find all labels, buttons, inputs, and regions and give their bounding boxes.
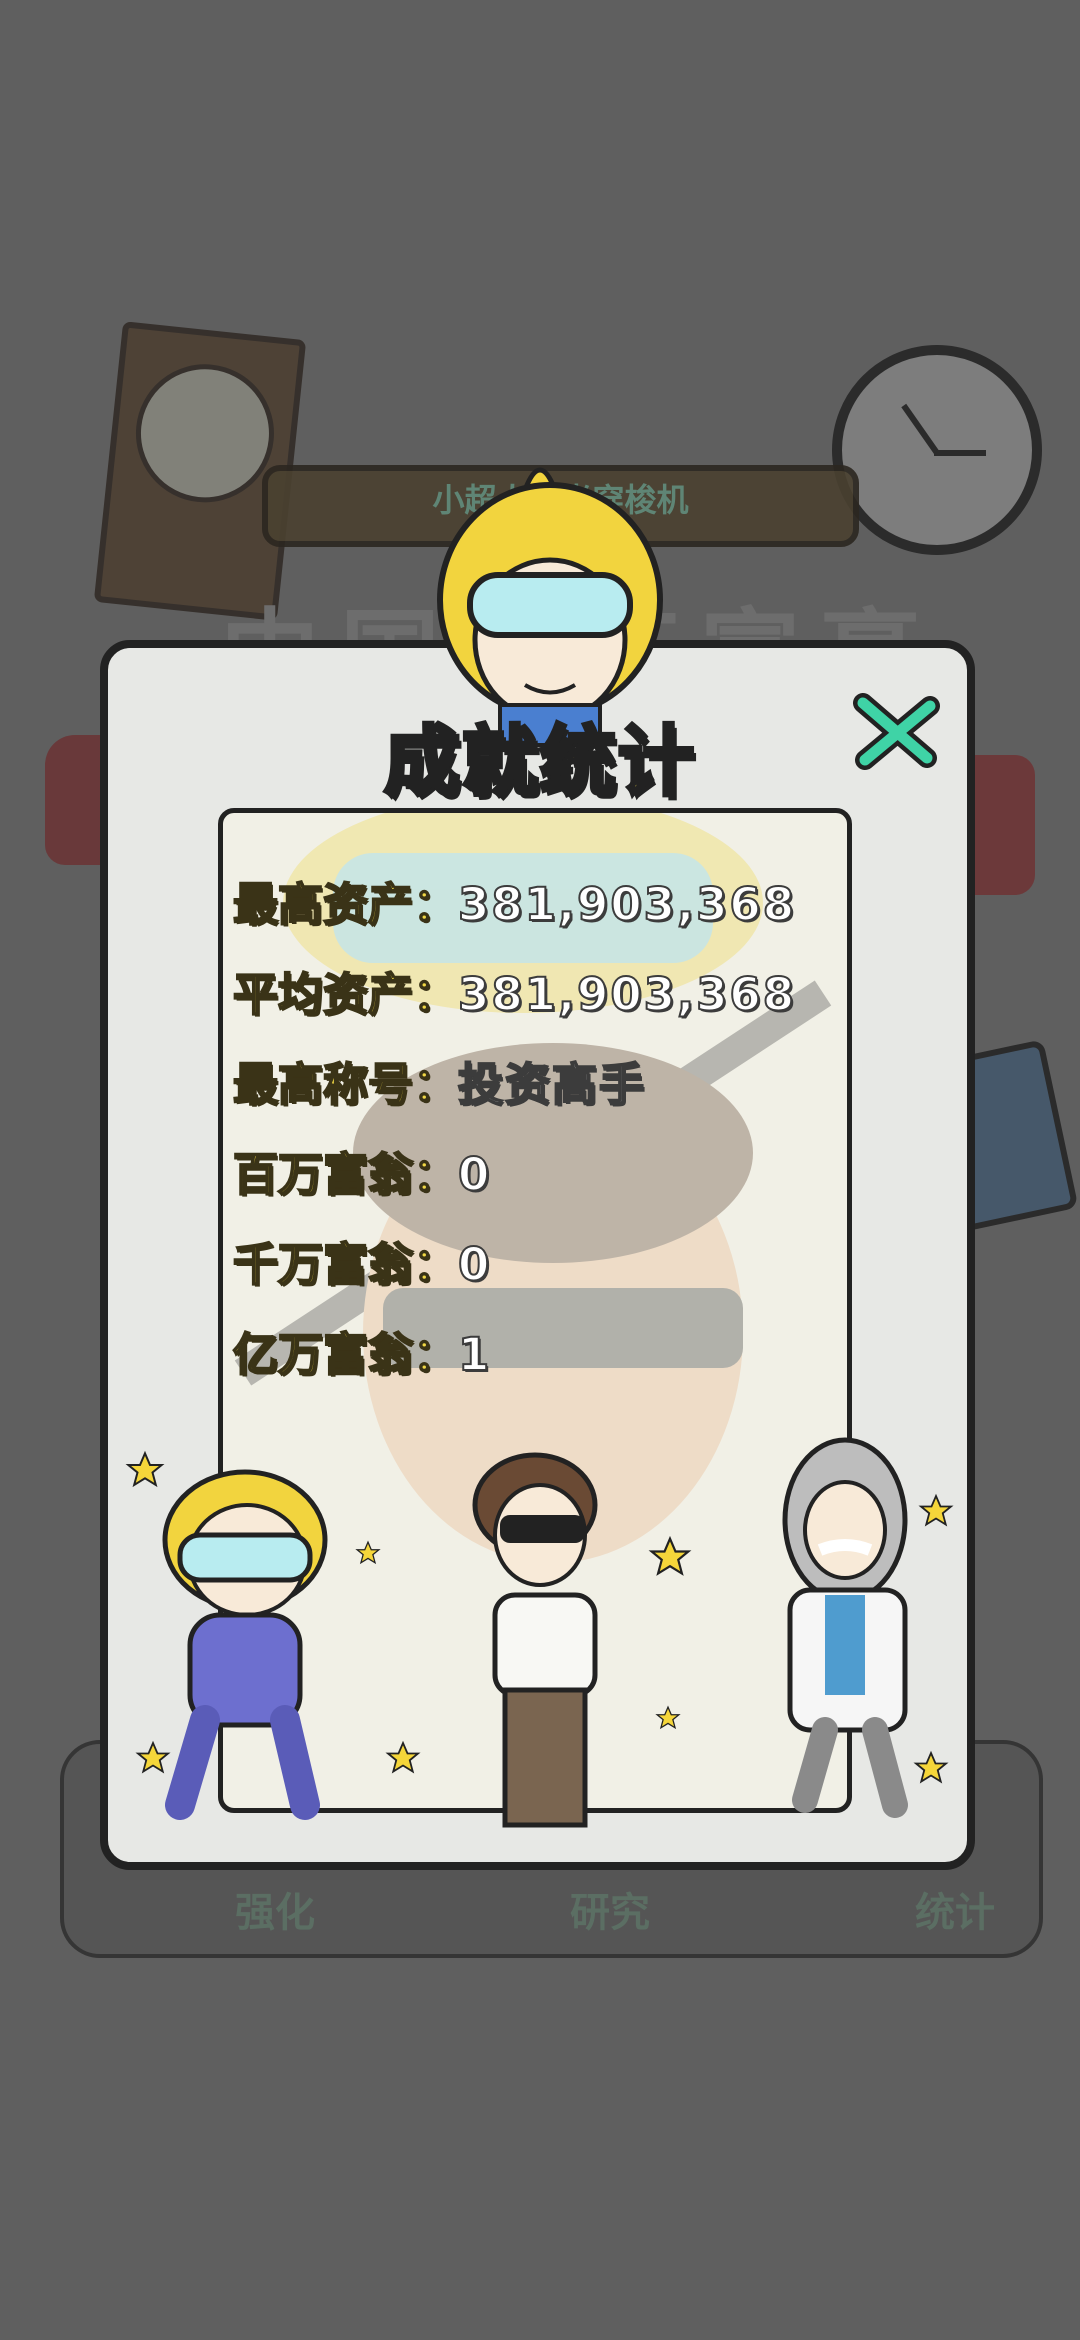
wall-clock-icon	[832, 345, 1042, 555]
stat-label: 千万富翁：	[232, 1237, 459, 1292]
star-icon	[385, 1740, 421, 1774]
stat-row-millionaire: 百万富翁：0	[232, 1138, 492, 1203]
businessman-character-icon	[472, 1452, 598, 1828]
nav-stats: 统计	[915, 1890, 995, 1936]
star-icon	[918, 1493, 954, 1527]
star-icon	[655, 1705, 681, 1730]
mascot-character-icon	[162, 1469, 328, 1820]
stat-label: 亿万富翁：	[232, 1327, 459, 1382]
stat-value: 381,903,368	[457, 967, 797, 1022]
stat-label: 最高称号：	[232, 1057, 459, 1112]
stat-row-highest-title: 最高称号：投资高手	[232, 1048, 647, 1113]
close-x-icon[interactable]	[845, 688, 945, 778]
stat-label: 最高资产：	[232, 877, 459, 932]
stat-value: 1	[457, 1327, 492, 1382]
star-icon	[355, 1540, 381, 1565]
stat-value: 0	[457, 1237, 492, 1292]
stat-value: 0	[457, 1147, 492, 1202]
star-icon	[135, 1740, 171, 1774]
stat-value: 381,903,368	[457, 877, 797, 932]
stat-row-billionaire: 亿万富翁：1	[232, 1318, 492, 1383]
nav-upgrade: 强化	[235, 1890, 315, 1936]
stat-row-average-assets: 平均资产：381,903,368	[232, 958, 797, 1023]
nav-research: 研究	[570, 1890, 650, 1936]
stat-label: 百万富翁：	[232, 1147, 459, 1202]
star-icon	[648, 1535, 692, 1576]
stat-row-highest-assets: 最高资产：381,903,368	[232, 868, 797, 933]
stat-row-ten-millionaire: 千万富翁：0	[232, 1228, 492, 1293]
star-icon	[913, 1750, 949, 1784]
stat-label: 平均资产：	[232, 967, 459, 1022]
star-icon	[125, 1450, 165, 1488]
stat-value: 投资高手	[457, 1057, 647, 1112]
